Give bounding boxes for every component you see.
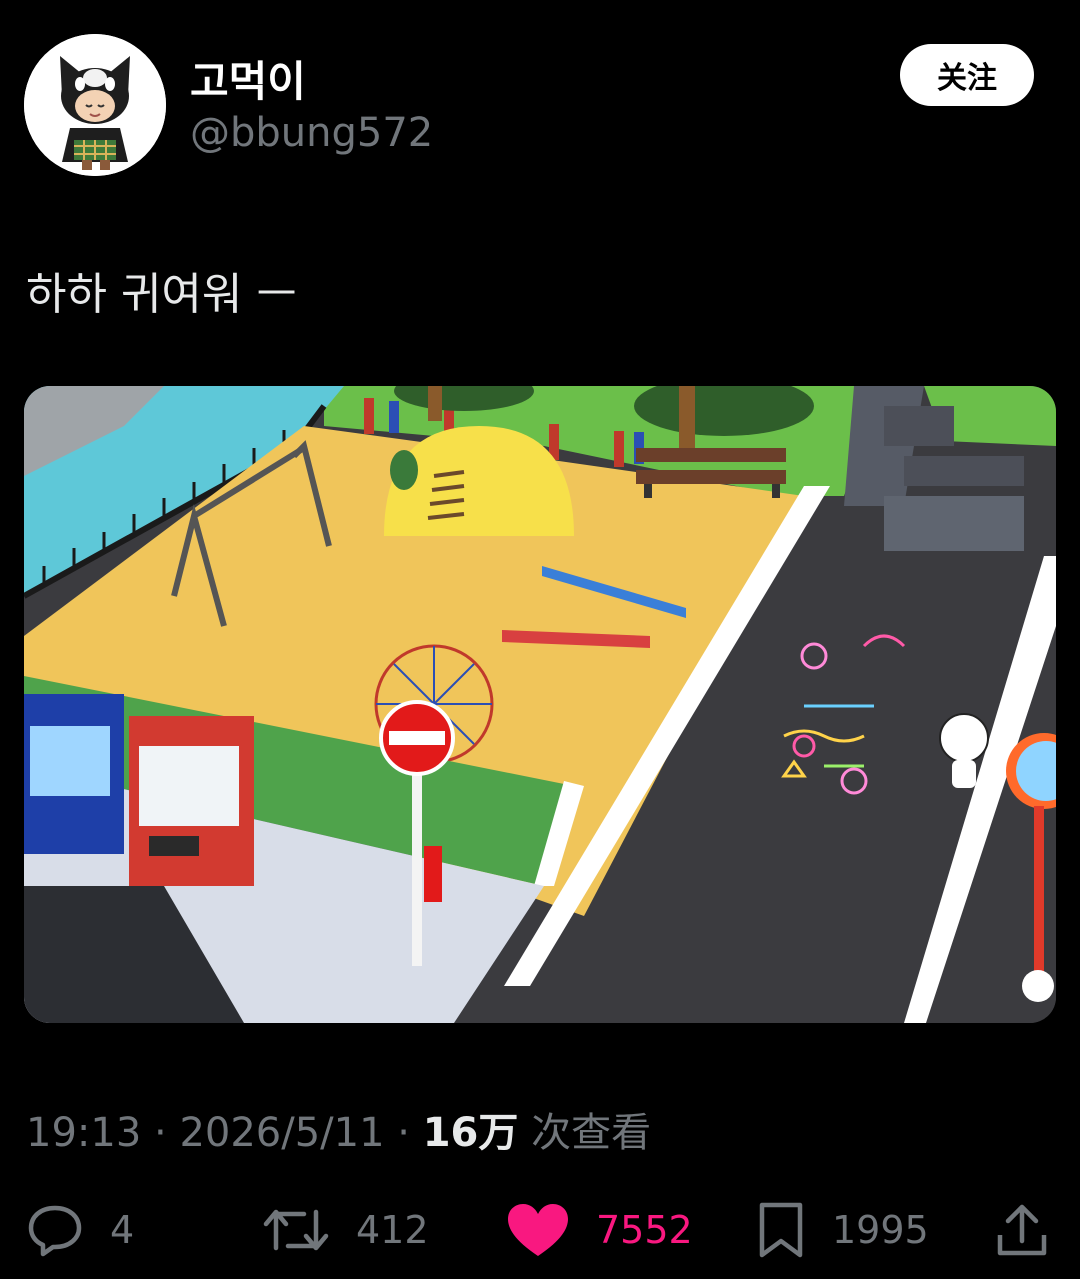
bookmark-count: 1995 bbox=[832, 1208, 929, 1252]
like-button[interactable]: 7552 bbox=[506, 1190, 693, 1270]
bookmark-icon bbox=[759, 1202, 803, 1258]
retweet-button[interactable]: 412 bbox=[262, 1190, 429, 1270]
author-handle[interactable]: @bbung572 bbox=[190, 110, 433, 156]
tweet-media-image[interactable] bbox=[24, 386, 1056, 1023]
meta-separator: · bbox=[384, 1110, 423, 1156]
meta-separator: · bbox=[141, 1110, 180, 1156]
views-count: 16万 bbox=[422, 1110, 519, 1156]
playground-scene-illustration bbox=[24, 386, 1056, 1023]
tweet-text: 하하 귀여워 ㅡ bbox=[26, 269, 297, 320]
share-icon bbox=[997, 1204, 1047, 1256]
tweet-time[interactable]: 19:13 bbox=[26, 1110, 141, 1156]
tweet-meta: 19:13 · 2026/5/11 · 16万 次查看 bbox=[26, 1100, 651, 1158]
share-button[interactable] bbox=[994, 1190, 1050, 1270]
follow-button[interactable]: 关注 bbox=[900, 44, 1034, 106]
heart-icon bbox=[508, 1204, 568, 1256]
tweet-date[interactable]: 2026/5/11 bbox=[179, 1110, 384, 1156]
avatar[interactable] bbox=[24, 34, 166, 176]
retweet-icon bbox=[263, 1209, 329, 1251]
bookmark-button[interactable]: 1995 bbox=[756, 1190, 929, 1270]
reply-icon bbox=[28, 1205, 82, 1257]
retweet-count: 412 bbox=[356, 1208, 429, 1252]
avatar-image bbox=[24, 34, 166, 176]
reply-count: 4 bbox=[110, 1208, 135, 1252]
tweet-header: 고먹이 @bbung572 关注 bbox=[0, 0, 1080, 190]
like-count: 7552 bbox=[596, 1208, 693, 1252]
author-display-name[interactable]: 고먹이 bbox=[190, 48, 306, 109]
views-label: 次查看 bbox=[518, 1110, 652, 1156]
reply-button[interactable]: 4 bbox=[26, 1190, 134, 1270]
tweet-actions-bar: 4 412 7552 1995 bbox=[0, 1190, 1080, 1270]
